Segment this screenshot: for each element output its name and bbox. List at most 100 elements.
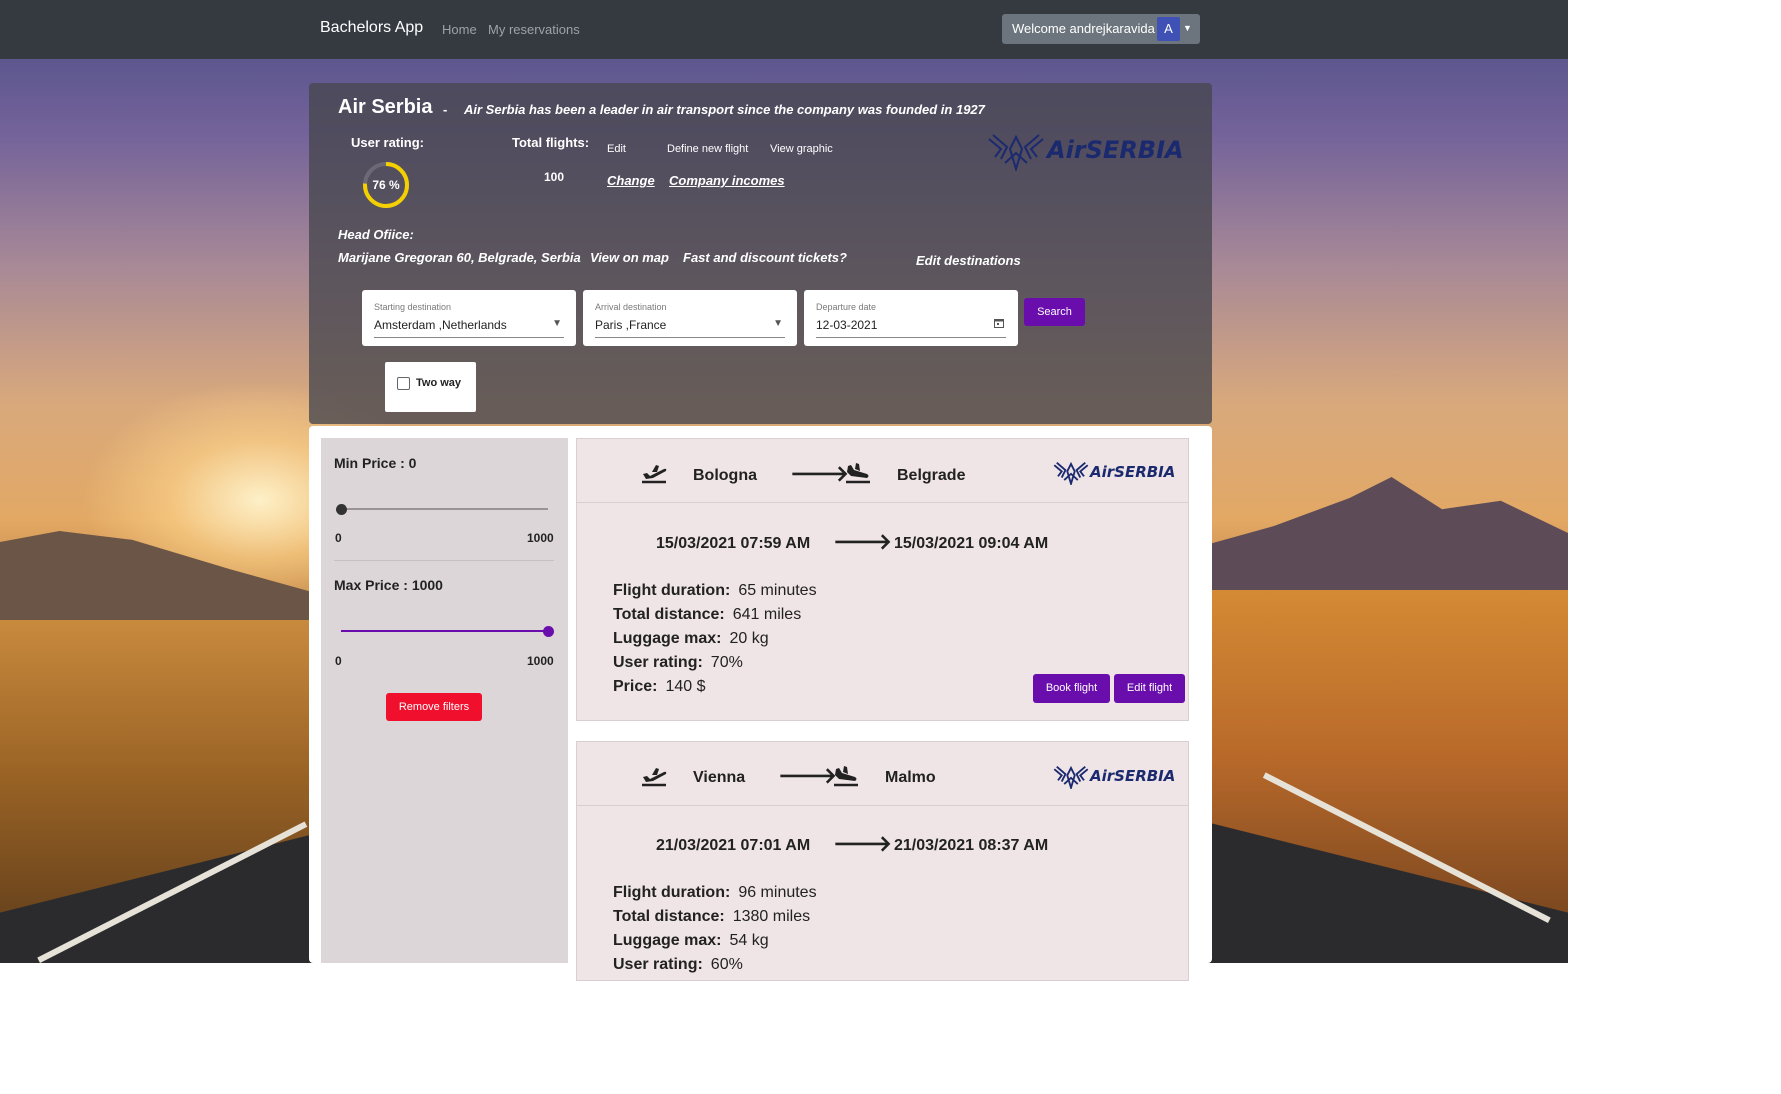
air-serbia-logo: AirSERBIA (1053, 459, 1175, 485)
air-serbia-logo: AirSERBIA (987, 129, 1184, 171)
total-distance-value: 641 miles (732, 606, 802, 623)
airplane-landing-icon (834, 766, 858, 787)
price-row: Price: 140 $ (613, 678, 706, 696)
total-distance-row: Total distance: 641 miles (613, 606, 801, 624)
departure-date-input[interactable]: Departure date 12-03-2021 (804, 290, 1018, 346)
user-rating-label: User rating: (351, 135, 424, 150)
book-flight-button[interactable]: Book flight (1033, 674, 1110, 703)
search-button[interactable]: Search (1024, 298, 1085, 326)
flight-card: Bologna 🡒 Belgrade AirSERBIA 15/03/2021 … (576, 438, 1189, 721)
remove-filters-button[interactable]: Remove filters (386, 693, 482, 721)
two-way-checkbox[interactable] (397, 377, 410, 390)
logo-text: AirSERBIA (1090, 767, 1176, 785)
luggage-max-value: 54 kg (729, 932, 769, 949)
logo-text: AirSERBIA (1090, 463, 1176, 481)
navbar: Bachelors App Home My reservations Welco… (0, 0, 1568, 59)
min-slider-range-min: 0 (335, 531, 342, 545)
user-rating-value: 76 % (372, 178, 400, 192)
arrow-right-icon: 🡒 (790, 461, 849, 486)
total-distance-value: 1380 miles (732, 908, 811, 925)
user-rating-row: User rating: 70% (613, 654, 743, 672)
departure-datetime: 21/03/2021 07:01 AM (656, 837, 811, 854)
min-slider-range-max: 1000 (527, 531, 554, 545)
max-slider-range-min: 0 (335, 654, 342, 668)
flight-card: Vienna 🡒 Malmo AirSERBIA 21/03/2021 07:0… (576, 741, 1189, 981)
max-price-slider-thumb[interactable] (543, 626, 554, 637)
total-flights-label: Total flights: (512, 135, 590, 150)
two-way-label: Two way (416, 377, 462, 389)
filters-divider (334, 560, 554, 561)
total-distance-row: Total distance: 1380 miles (613, 908, 810, 926)
max-price-slider-track[interactable] (341, 630, 548, 632)
arrival-datetime: 15/03/2021 09:04 AM (894, 535, 1049, 552)
nav-my-reservations[interactable]: My reservations (488, 22, 580, 37)
user-rating-row: User rating: 60% (613, 956, 743, 974)
luggage-max-label: Luggage max: (613, 630, 722, 647)
luggage-max-value: 20 kg (729, 630, 769, 647)
user-rating-label: User rating: (613, 956, 703, 973)
welcome-text: Welcome andrejkaravida (1012, 21, 1155, 36)
flight-duration-value: 96 minutes (738, 884, 817, 901)
company-header-panel: Air Serbia - Air Serbia has been a leade… (309, 83, 1212, 424)
field-label: Arrival destination (595, 302, 667, 312)
arrow-right-icon: 🡒 (833, 831, 892, 856)
arrow-right-icon: 🡒 (833, 529, 892, 554)
field-label: Starting destination (374, 302, 452, 312)
avatar: A (1157, 17, 1180, 41)
field-value: Amsterdam ,Netherlands (374, 318, 507, 332)
min-price-title: Min Price : 0 (334, 455, 417, 471)
arrival-destination-select[interactable]: Arrival destination Paris ,France ▼ (583, 290, 797, 346)
flight-from-city: Bologna (693, 467, 757, 484)
total-distance-label: Total distance: (613, 606, 725, 623)
define-new-flight-link[interactable]: Define new flight (667, 143, 748, 155)
chevron-down-icon: ▼ (552, 318, 562, 329)
head-office-address: Marijane Gregoran 60, Belgrade, Serbia (338, 250, 581, 265)
title-separator: - (443, 102, 448, 117)
luggage-max-row: Luggage max: 54 kg (613, 932, 769, 950)
company-name: Air Serbia (338, 96, 433, 118)
luggage-max-label: Luggage max: (613, 932, 722, 949)
flight-duration-row: Flight duration: 96 minutes (613, 884, 817, 902)
chevron-down-icon: ▼ (773, 318, 783, 329)
field-underline (374, 337, 564, 338)
logo-text: AirSERBIA (1047, 136, 1184, 164)
field-label: Departure date (816, 302, 877, 312)
user-rating-progress: 76 % (361, 160, 411, 210)
view-on-map-link[interactable]: View on map (590, 250, 669, 265)
field-underline (595, 337, 785, 338)
edit-flight-button[interactable]: Edit flight (1114, 674, 1185, 703)
caret-down-icon: ▼ (1183, 23, 1192, 33)
flight-to-city: Malmo (885, 769, 936, 786)
nav-home[interactable]: Home (442, 22, 477, 37)
flight-duration-label: Flight duration: (613, 582, 731, 599)
edit-company-link[interactable]: Edit (607, 143, 626, 155)
total-distance-label: Total distance: (613, 908, 725, 925)
edit-destinations-link[interactable]: Edit destinations (916, 253, 1021, 268)
arrival-datetime: 21/03/2021 08:37 AM (894, 837, 1049, 854)
arrow-right-icon: 🡒 (778, 763, 837, 788)
luggage-max-row: Luggage max: 20 kg (613, 630, 769, 648)
airplane-takeoff-icon (642, 465, 667, 484)
min-price-slider-track[interactable] (341, 508, 548, 510)
flight-duration-label: Flight duration: (613, 884, 731, 901)
view-graphic-link[interactable]: View graphic (770, 143, 833, 155)
min-price-slider-thumb[interactable] (336, 504, 347, 515)
user-menu-button[interactable]: Welcome andrejkaravida A ▼ (1002, 14, 1200, 44)
company-incomes-link[interactable]: Company incomes (669, 173, 785, 188)
calendar-icon[interactable] (994, 318, 1004, 331)
flight-duration-row: Flight duration: 65 minutes (613, 582, 817, 600)
departure-datetime: 15/03/2021 07:59 AM (656, 535, 811, 552)
user-rating-value: 60% (710, 956, 743, 973)
user-rating-value: 70% (710, 654, 743, 671)
change-link[interactable]: Change (607, 173, 655, 188)
fast-discount-tickets-link[interactable]: Fast and discount tickets? (683, 250, 847, 265)
total-flights-value: 100 (544, 170, 565, 184)
air-serbia-logo: AirSERBIA (1053, 763, 1175, 789)
brand-link[interactable]: Bachelors App (320, 19, 423, 37)
price-label: Price: (613, 678, 658, 695)
eagle-logo-icon (1053, 765, 1089, 789)
airplane-landing-icon (846, 463, 870, 484)
starting-destination-select[interactable]: Starting destination Amsterdam ,Netherla… (362, 290, 576, 346)
field-underline (816, 337, 1006, 338)
head-office-label: Head Ofiice: (338, 227, 414, 242)
